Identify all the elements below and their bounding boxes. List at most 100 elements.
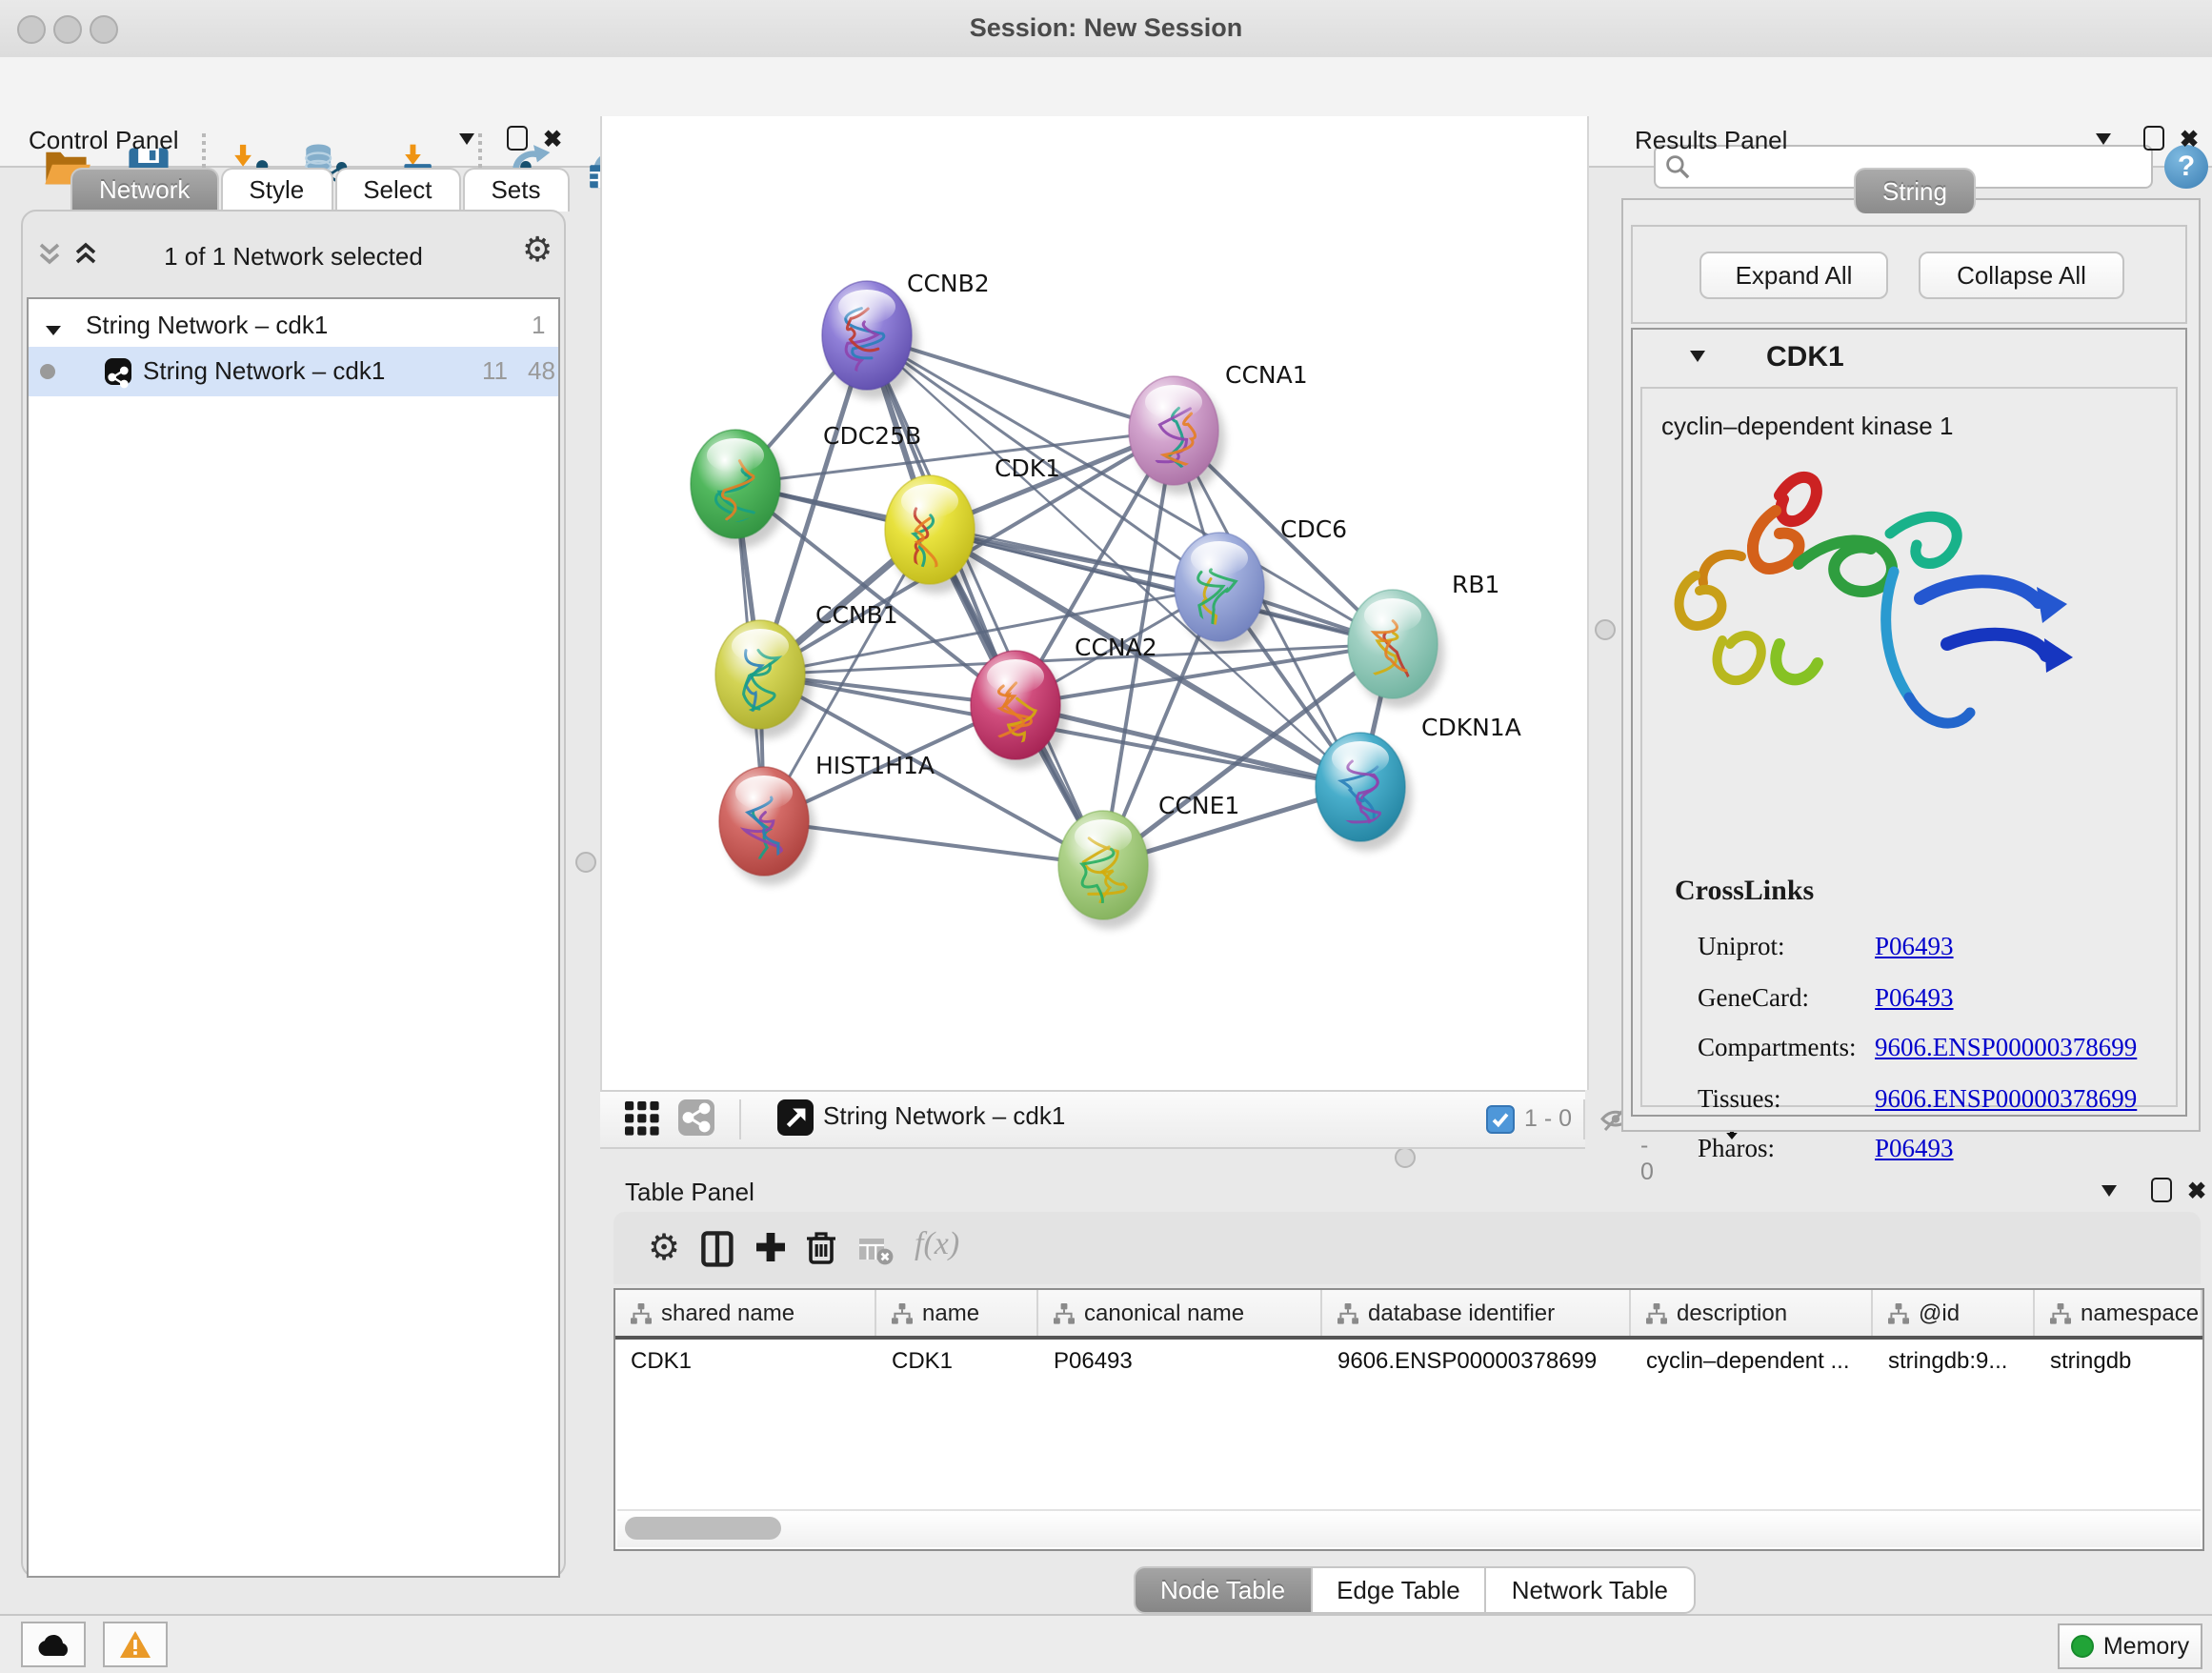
column-header-name[interactable]: name <box>876 1290 1038 1336</box>
crosslinks-list: Uniprot:P06493GeneCard:P06493Compartment… <box>1698 922 2166 1175</box>
crosslink-link[interactable]: P06493 <box>1875 1135 1954 1165</box>
table-cell[interactable]: CDK1 <box>876 1340 1038 1381</box>
tab-string[interactable]: String <box>1854 168 1976 213</box>
gene-symbol: CDK1 <box>1766 341 1844 373</box>
scrollbar-thumb[interactable] <box>625 1517 781 1540</box>
network-node[interactable] <box>1175 533 1271 651</box>
horizontal-scrollbar[interactable] <box>617 1509 2201 1547</box>
crosslink-link[interactable]: P06493 <box>1875 983 1954 1014</box>
table-panel-close-icon[interactable]: ✖ <box>2187 1179 2206 1202</box>
column-header-sharedname[interactable]: shared name <box>615 1290 876 1336</box>
network-node[interactable] <box>715 620 812 738</box>
network-edge[interactable] <box>1016 705 1360 787</box>
gene-description: cyclin–dependent kinase 1 <box>1661 412 1953 440</box>
network-selection-summary: 1 of 1 Network selected <box>23 242 564 271</box>
tab-style[interactable]: Style <box>220 168 332 212</box>
network-tree-root-row[interactable]: String Network – cdk1 1 <box>29 305 558 347</box>
memory-button[interactable]: Memory <box>2058 1623 2202 1669</box>
memory-label: Memory <box>2103 1633 2189 1660</box>
network-canvas[interactable]: CCNB2CCNA1CDC25BCDK1CDC6RB1CCNB1CCNA2HIS… <box>600 116 1589 1090</box>
warning-icon <box>118 1629 152 1660</box>
network-node[interactable] <box>1316 733 1412 852</box>
network-node[interactable] <box>719 767 815 885</box>
grid-view-icon[interactable] <box>625 1101 659 1141</box>
tab-node-table[interactable]: Node Table <box>1134 1566 1312 1614</box>
network-node[interactable] <box>885 475 981 594</box>
share-network-icon[interactable] <box>678 1099 714 1136</box>
crosslink-label: Uniprot: <box>1698 933 1875 963</box>
table-panel-collapse-icon[interactable] <box>2101 1185 2117 1197</box>
crosslink-link[interactable]: 9606.ENSP00000378699 <box>1875 1034 2137 1064</box>
bottom-splitter-handle[interactable] <box>1395 1147 1416 1168</box>
crosslink-link[interactable]: P06493 <box>1875 933 1954 963</box>
column-header-id[interactable]: @id <box>1873 1290 2035 1336</box>
gene-entry-collapse-icon[interactable] <box>1690 351 1705 362</box>
open-in-window-icon[interactable] <box>777 1099 814 1136</box>
results-panel-close-icon[interactable]: ✖ <box>2180 128 2199 151</box>
control-panel-collapse-icon[interactable] <box>459 133 474 145</box>
string-network-icon <box>105 358 131 385</box>
table-header-row: shared namenamecanonical name database id… <box>615 1290 2202 1340</box>
application-window: Session: New Session ? Control Panel <box>0 0 2212 1671</box>
warnings-button[interactable] <box>103 1622 168 1667</box>
column-header-namespace[interactable]: namespace <box>2035 1290 2202 1336</box>
network-node-label: CDC25B <box>823 422 921 450</box>
network-node[interactable] <box>1348 590 1444 708</box>
table-cell[interactable]: stringdb:9... <box>1873 1340 2035 1381</box>
tab-select[interactable]: Select <box>334 168 460 212</box>
control-panel-title: Control Panel <box>29 126 179 154</box>
column-header-description[interactable]: description <box>1631 1290 1873 1336</box>
table-cell[interactable]: cyclin–dependent ... <box>1631 1340 1873 1381</box>
tab-sets[interactable]: Sets <box>462 168 569 212</box>
table-cell[interactable]: stringdb <box>2035 1340 2202 1381</box>
table-toolbar: ⚙ f(x) <box>613 1212 2201 1284</box>
memory-status-icon <box>2071 1635 2094 1658</box>
network-options-gear-icon[interactable]: ⚙ <box>522 231 553 271</box>
table-tabs: Node TableEdge TableNetwork Table <box>1134 1566 1693 1614</box>
create-column-icon[interactable] <box>754 1231 787 1269</box>
cloud-button[interactable] <box>21 1622 86 1667</box>
delete-table-icon <box>857 1235 895 1271</box>
network-node[interactable] <box>1058 811 1155 929</box>
results-panel-collapse-icon[interactable] <box>2096 133 2111 145</box>
show-columns-icon[interactable] <box>701 1231 734 1273</box>
gene-entry: CDK1 cyclin–dependent kinase 1 <box>1631 328 2187 1117</box>
network-edge[interactable] <box>867 335 1103 865</box>
tree-expand-icon[interactable] <box>46 307 61 349</box>
table-cell[interactable]: P06493 <box>1038 1340 1322 1381</box>
table-row[interactable]: CDK1CDK1P064939606.ENSP00000378699cyclin… <box>615 1340 2202 1387</box>
crosslink-link[interactable]: 9606.ENSP00000378699 <box>1875 1084 2137 1115</box>
table-panel-float-icon[interactable] <box>2151 1178 2172 1202</box>
table-options-gear-icon[interactable]: ⚙ <box>648 1227 680 1271</box>
selected-checkbox-icon[interactable] <box>1486 1105 1515 1134</box>
network-node-label: HIST1H1A <box>815 752 935 779</box>
tab-network-table[interactable]: Network Table <box>1485 1566 1695 1614</box>
network-node[interactable] <box>971 651 1067 769</box>
gene-entry-content: cyclin–dependent kinase 1 <box>1640 387 2178 1107</box>
network-view-dot-icon <box>40 364 55 379</box>
delete-columns-icon[interactable] <box>804 1229 838 1271</box>
table-cell[interactable]: 9606.ENSP00000378699 <box>1322 1340 1631 1381</box>
crosslink-row: Uniprot:P06493 <box>1698 922 2166 973</box>
table-cell[interactable]: CDK1 <box>615 1340 876 1381</box>
network-node-label: CCNA1 <box>1225 361 1308 389</box>
left-splitter-handle[interactable] <box>575 852 596 873</box>
title-bar: Session: New Session <box>0 0 2212 59</box>
selected-node-edge-count: 1 - 0 <box>1524 1105 1572 1132</box>
control-panel-float-icon[interactable] <box>507 126 528 151</box>
collapse-all-button[interactable]: Collapse All <box>1919 252 2124 299</box>
column-header-databaseidentifier[interactable]: database identifier <box>1322 1290 1631 1336</box>
network-node[interactable] <box>1129 376 1225 494</box>
tab-edge-table[interactable]: Edge Table <box>1310 1566 1487 1614</box>
network-node[interactable] <box>822 281 918 399</box>
network-collection-label: String Network – cdk1 <box>86 305 328 347</box>
column-header-canonicalname[interactable]: canonical name <box>1038 1290 1322 1336</box>
crosslink-row: Tissues:9606.ENSP00000378699 <box>1698 1074 2166 1124</box>
column-header-label: database identifier <box>1368 1300 1555 1326</box>
results-panel-float-icon[interactable] <box>2143 126 2164 151</box>
network-node[interactable] <box>691 430 787 548</box>
network-tree-selected-row[interactable]: String Network – cdk1 11 48 <box>29 347 558 396</box>
control-panel-close-icon[interactable]: ✖ <box>543 128 562 151</box>
expand-all-button[interactable]: Expand All <box>1699 252 1888 299</box>
tab-network[interactable]: Network <box>70 168 218 212</box>
